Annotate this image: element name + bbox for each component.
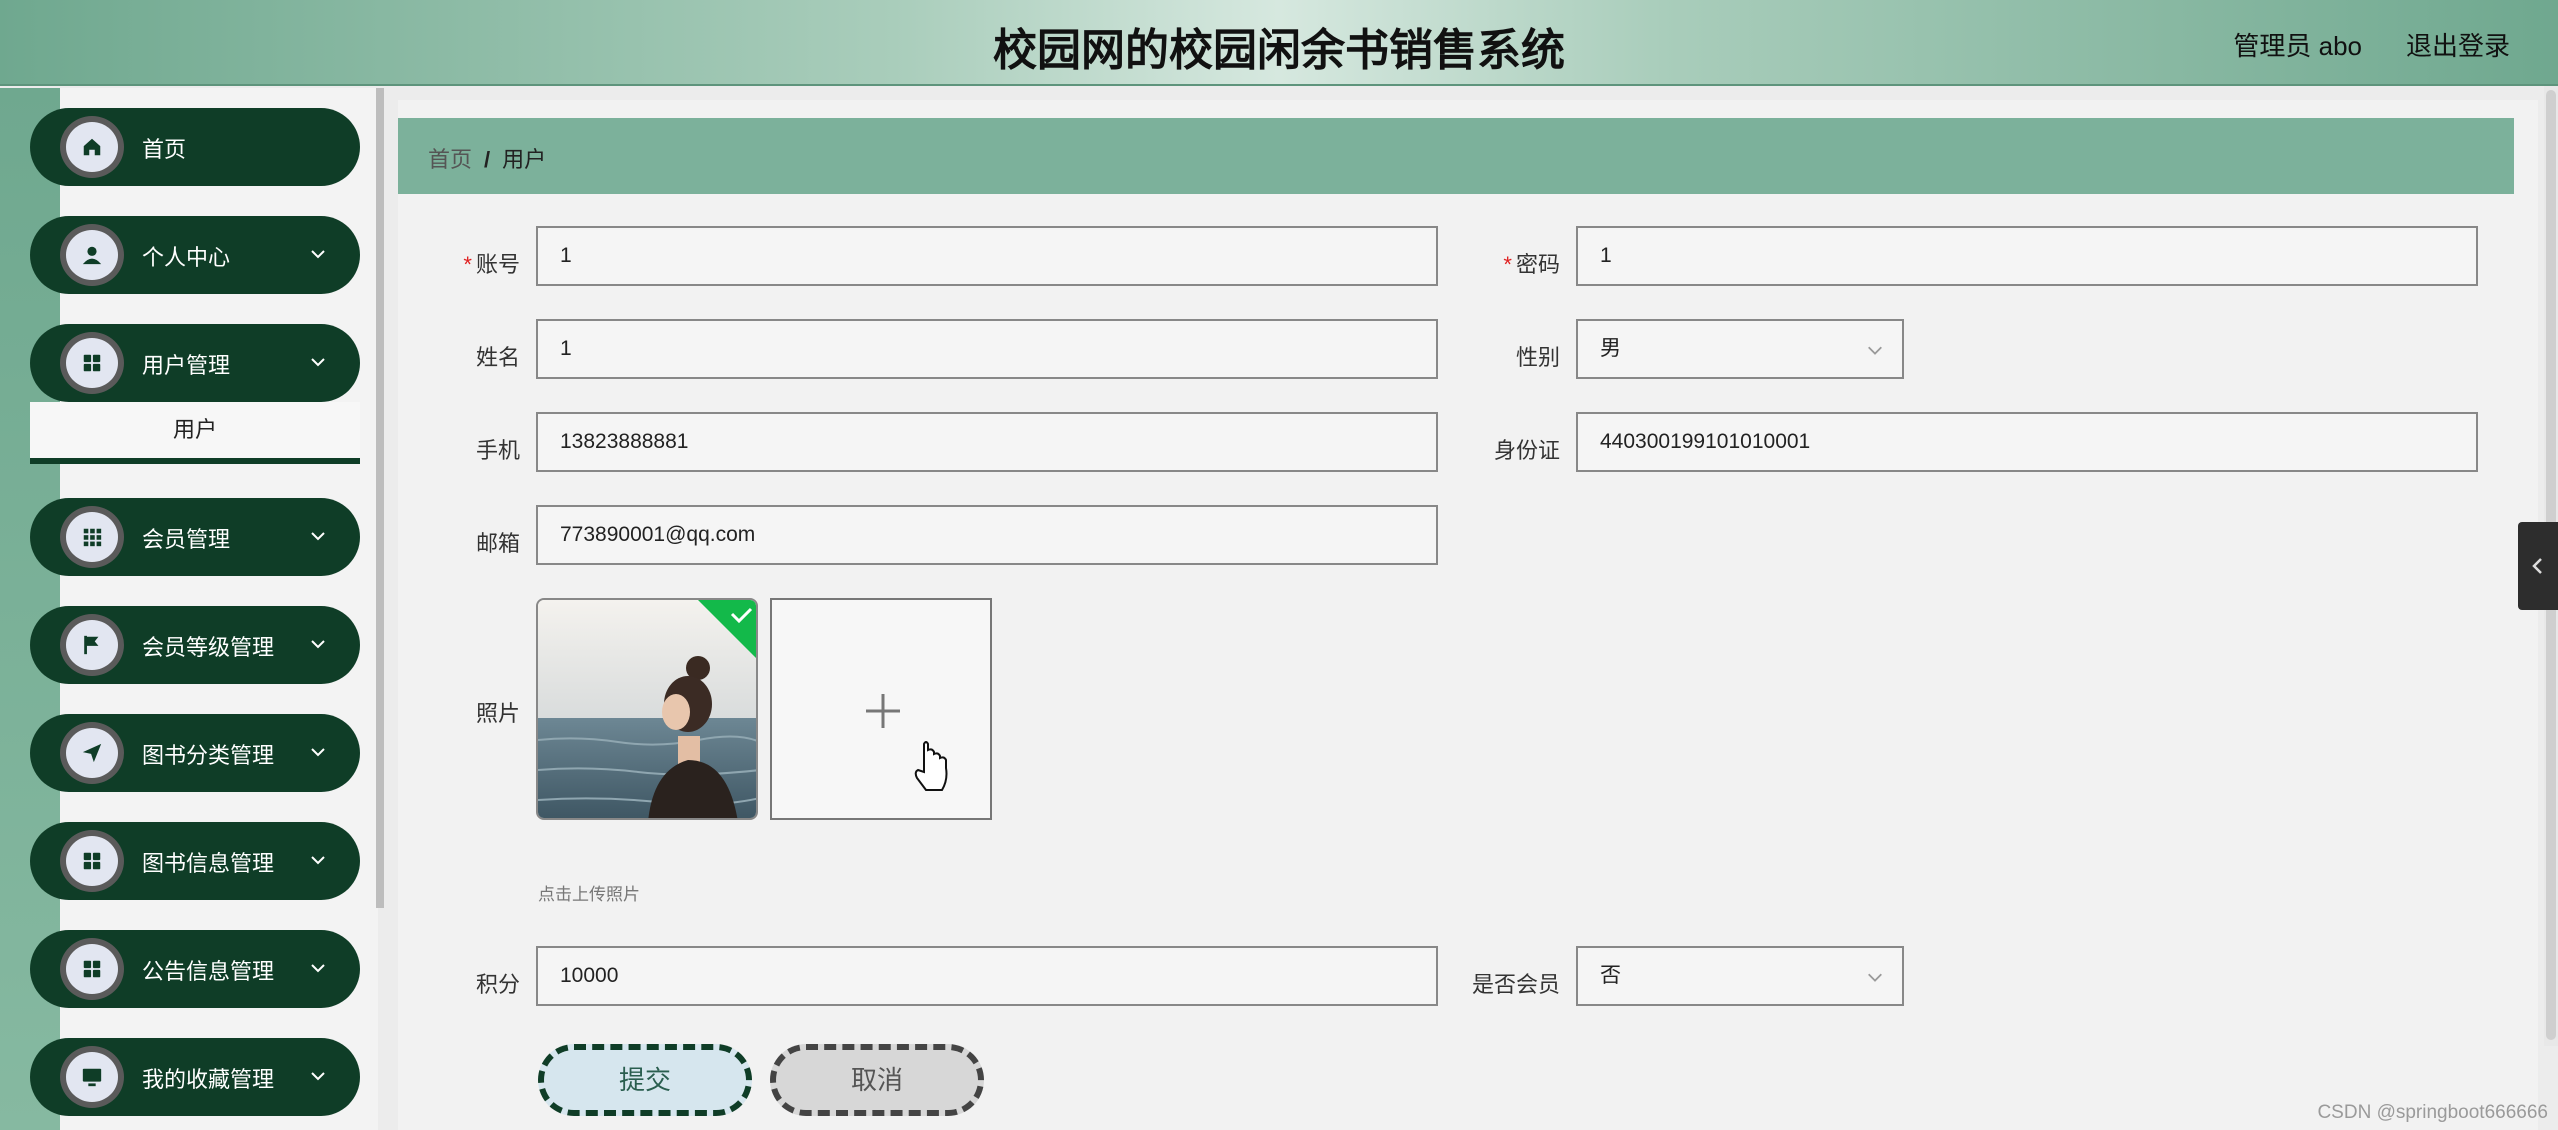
sidebar-item-label: 公告信息管理 <box>142 959 275 984</box>
points-input[interactable]: 10000 <box>536 946 1438 1006</box>
breadcrumb: 首页 / 用户 <box>428 142 546 174</box>
watermark: CSDN @springboot666666 <box>2317 1102 2548 1123</box>
sidebar-item-4[interactable]: 会员管理 <box>30 498 360 576</box>
chevron-down-icon <box>311 748 325 757</box>
person-icon <box>60 224 124 286</box>
chevron-down-icon <box>311 1072 325 1081</box>
sidebar-item-label: 首页 <box>142 137 187 162</box>
gender-label: 性别 <box>1515 345 1560 370</box>
sidebar-scrollbar[interactable] <box>376 88 384 908</box>
logout-link[interactable]: 退出登录 <box>2406 26 2510 63</box>
chevron-down-icon <box>1868 973 1882 982</box>
chevron-down-icon <box>311 532 325 541</box>
sidebar-item-label: 图书信息管理 <box>142 851 275 876</box>
chevron-down-icon <box>311 856 325 865</box>
password-input[interactable]: 1 <box>1576 226 2478 286</box>
grid-icon <box>60 830 124 892</box>
send-icon <box>60 722 124 784</box>
cancel-button[interactable]: 取消 <box>770 1044 984 1116</box>
sidebar-item-8[interactable]: 公告信息管理 <box>30 930 360 1008</box>
chevron-down-icon <box>311 640 325 649</box>
phone-input[interactable]: 13823888881 <box>536 412 1438 472</box>
grid-icon <box>60 332 124 394</box>
name-input[interactable]: 1 <box>536 319 1438 379</box>
is-member-label: 是否会员 <box>1471 972 1560 997</box>
uploaded-photo-thumbnail[interactable] <box>536 598 758 820</box>
breadcrumb-home[interactable]: 首页 <box>428 147 472 172</box>
sidebar-item-5[interactable]: 会员等级管理 <box>30 606 360 684</box>
breadcrumb-bar: 首页 / 用户 <box>398 118 2514 194</box>
photo-image <box>538 600 756 818</box>
plus-icon <box>866 694 948 791</box>
current-user: 管理员 abo <box>2233 31 2362 61</box>
sidebar-item-7[interactable]: 图书信息管理 <box>30 822 360 900</box>
name-label: 姓名 <box>475 345 520 370</box>
points-label: 积分 <box>475 972 520 997</box>
collapse-panel-toggle[interactable] <box>2518 522 2558 610</box>
sidebar-item-label: 图书分类管理 <box>142 743 275 768</box>
id-card-input[interactable]: 440300199101010001 <box>1576 412 2478 472</box>
sidebar-item-6[interactable]: 图书分类管理 <box>30 714 360 792</box>
system-title: 校园网的校园闲余书销售系统 <box>993 25 1565 76</box>
sidebar-subitem-user[interactable]: 用户 <box>30 402 360 464</box>
chevron-down-icon <box>1868 346 1882 355</box>
is-member-select-value: 否 <box>1600 964 1621 987</box>
breadcrumb-current: 用户 <box>502 147 547 172</box>
account-label: * 账号 <box>400 247 520 279</box>
monitor-icon <box>60 1046 124 1108</box>
required-mark: * <box>463 252 472 277</box>
grid-icon <box>60 938 124 1000</box>
sidebar-item-label: 会员管理 <box>142 527 231 552</box>
chevron-down-icon <box>311 250 325 259</box>
chevron-down-icon <box>311 358 325 367</box>
main-content: 首页 / 用户 * 账号 1 * 密码 1 姓名 1 性别 男 手机 138238888… <box>398 100 2538 1130</box>
sidebar-item-1[interactable]: 首页 <box>30 108 360 186</box>
photo-label: 照片 <box>475 701 520 726</box>
flag-icon <box>60 614 124 676</box>
phone-label: 手机 <box>475 438 520 463</box>
photo-upload-hint: 点击上传照片 <box>538 885 640 904</box>
account-input[interactable]: 1 <box>536 226 1438 286</box>
home-icon <box>60 116 124 178</box>
required-mark: * <box>1503 252 1512 277</box>
apps-icon <box>60 506 124 568</box>
gender-select[interactable]: 男 <box>1576 319 1904 379</box>
sidebar-item-3[interactable]: 用户管理 <box>30 324 360 402</box>
id-card-label: 身份证 <box>1493 438 1560 463</box>
sidebar-item-label: 我的收藏管理 <box>142 1067 275 1092</box>
submit-button[interactable]: 提交 <box>538 1044 752 1116</box>
chevron-down-icon <box>311 964 325 973</box>
email-label: 邮箱 <box>475 531 520 556</box>
sidebar-item-2[interactable]: 个人中心 <box>30 216 360 294</box>
password-label-text: 密码 <box>1515 252 1560 277</box>
password-label: * 密码 <box>1440 247 1560 279</box>
gender-select-value: 男 <box>1600 337 1621 360</box>
sidebar-item-label: 会员等级管理 <box>142 635 275 660</box>
account-label-text: 账号 <box>475 252 520 277</box>
top-header: 校园网的校园闲余书销售系统 管理员 abo 退出登录 <box>0 0 2558 86</box>
sidebar-item-label: 个人中心 <box>142 245 231 270</box>
chevron-left-icon <box>2532 558 2542 574</box>
is-member-select[interactable]: 否 <box>1576 946 1904 1006</box>
sidebar-item-9[interactable]: 我的收藏管理 <box>30 1038 360 1116</box>
email-input[interactable]: 773890001@qq.com <box>536 505 1438 565</box>
photo-upload-button[interactable] <box>770 598 992 820</box>
breadcrumb-separator: / <box>484 147 491 172</box>
sidebar-item-label: 用户管理 <box>142 353 231 378</box>
